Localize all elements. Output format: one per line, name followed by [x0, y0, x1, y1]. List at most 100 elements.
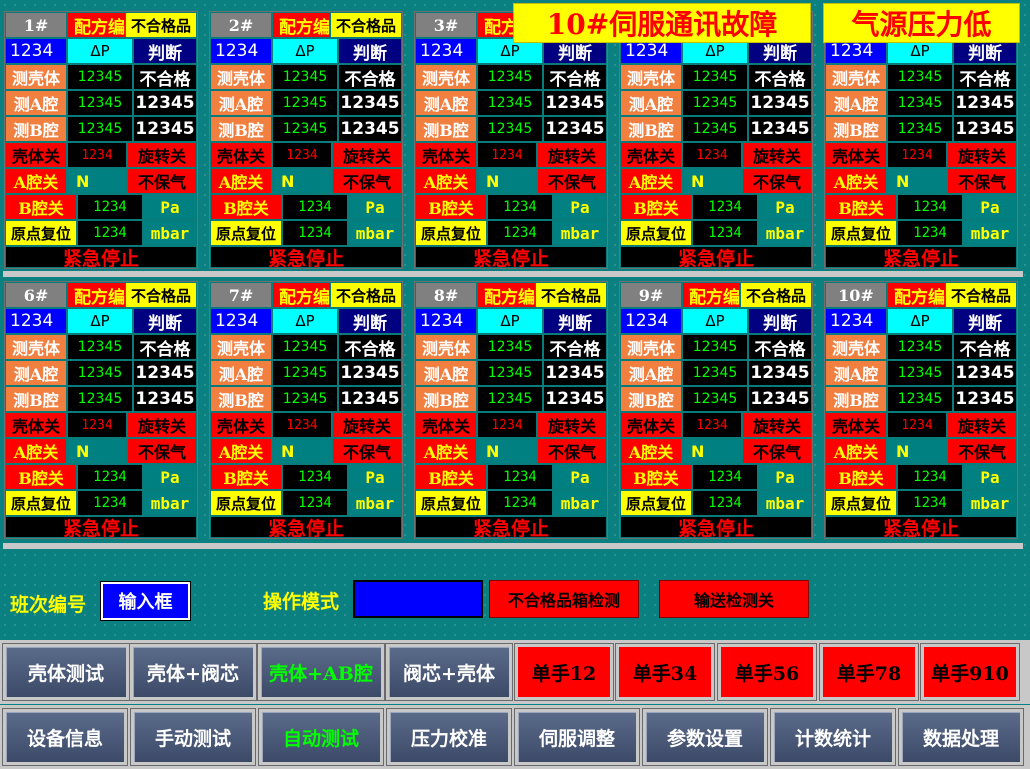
conveyor-check-button[interactable]: 输送检测关: [659, 580, 809, 618]
rotate-close-button[interactable]: 旋转关: [537, 142, 607, 168]
home-reset-button[interactable]: 原点复位: [825, 220, 897, 246]
emergency-stop-button[interactable]: 紧急停止: [620, 516, 812, 538]
rotate-close-button[interactable]: 旋转关: [127, 412, 197, 438]
nav-button[interactable]: 伺服调整: [514, 708, 640, 766]
single-hand-button[interactable]: 单手12: [514, 643, 614, 701]
nav-button[interactable]: 参数设置: [642, 708, 768, 766]
pressure-value-pa: 1234: [77, 194, 143, 220]
a-chamber-close-button[interactable]: A腔关: [620, 168, 682, 194]
a-chamber-close-button[interactable]: A腔关: [415, 168, 477, 194]
home-reset-button[interactable]: 原点复位: [620, 220, 692, 246]
shell-close-button[interactable]: 壳体关: [5, 142, 67, 168]
shell-close-button[interactable]: 壳体关: [415, 142, 477, 168]
b-chamber-close-button[interactable]: B腔关: [415, 194, 487, 220]
home-reset-button[interactable]: 原点复位: [210, 490, 282, 516]
test-mode-button[interactable]: 壳体+AB腔: [257, 643, 385, 701]
rotate-close-button[interactable]: 旋转关: [742, 412, 812, 438]
b-chamber-close-button[interactable]: B腔关: [5, 194, 77, 220]
recipe-value[interactable]: 1234: [210, 308, 272, 334]
nav-button[interactable]: 计数统计: [770, 708, 896, 766]
b-chamber-close-button[interactable]: B腔关: [825, 464, 897, 490]
measure-value: 12345: [477, 90, 543, 116]
measure-result: 12345: [338, 90, 402, 116]
emergency-stop-button[interactable]: 紧急停止: [825, 246, 1017, 268]
station-panel: 2# 配方编 不合格品 1234 ΔP 判断 测壳体 12345 不合格 测A腔 12345 1234…: [209, 11, 403, 269]
station-number: 9#: [620, 282, 682, 308]
home-reset-button[interactable]: 原点复位: [620, 490, 692, 516]
shell-close-button[interactable]: 壳体关: [825, 412, 887, 438]
shell-close-button[interactable]: 壳体关: [415, 412, 477, 438]
recipe-value[interactable]: 1234: [415, 38, 477, 64]
recipe-value[interactable]: 1234: [825, 308, 887, 334]
shell-close-button[interactable]: 壳体关: [620, 412, 682, 438]
nav-button[interactable]: 设备信息: [2, 708, 128, 766]
emergency-stop-button[interactable]: 紧急停止: [5, 516, 197, 538]
emergency-stop-button[interactable]: 紧急停止: [415, 246, 607, 268]
b-chamber-close-button[interactable]: B腔关: [5, 464, 77, 490]
a-chamber-close-button[interactable]: A腔关: [620, 438, 682, 464]
shell-close-button[interactable]: 壳体关: [825, 142, 887, 168]
measure-label: 测B腔: [825, 386, 887, 412]
nav-button[interactable]: 自动测试: [258, 708, 384, 766]
a-chamber-close-button[interactable]: A腔关: [825, 438, 887, 464]
a-chamber-value: N: [887, 168, 947, 194]
b-chamber-close-button[interactable]: B腔关: [620, 464, 692, 490]
b-chamber-close-button[interactable]: B腔关: [210, 194, 282, 220]
recipe-value[interactable]: 1234: [5, 308, 67, 334]
b-chamber-close-button[interactable]: B腔关: [620, 194, 692, 220]
shell-close-button[interactable]: 壳体关: [620, 142, 682, 168]
measure-value: 12345: [67, 386, 133, 412]
home-reset-button[interactable]: 原点复位: [825, 490, 897, 516]
single-hand-button[interactable]: 单手910: [920, 643, 1020, 701]
reject-box-check-button[interactable]: 不合格品箱检测: [489, 580, 639, 618]
b-chamber-close-button[interactable]: B腔关: [825, 194, 897, 220]
a-chamber-close-button[interactable]: A腔关: [210, 438, 272, 464]
shell-close-button[interactable]: 壳体关: [5, 412, 67, 438]
home-reset-button[interactable]: 原点复位: [5, 220, 77, 246]
test-mode-button[interactable]: 阀芯+壳体: [385, 643, 513, 701]
rotate-close-button[interactable]: 旋转关: [537, 412, 607, 438]
a-chamber-close-button[interactable]: A腔关: [5, 168, 67, 194]
a-chamber-close-button[interactable]: A腔关: [5, 438, 67, 464]
measure-result: 12345: [748, 360, 812, 386]
shift-number-input[interactable]: 输入框: [100, 581, 191, 621]
measure-value: 12345: [477, 386, 543, 412]
operation-mode-field[interactable]: [353, 580, 483, 618]
rotate-close-button[interactable]: 旋转关: [947, 412, 1017, 438]
recipe-value[interactable]: 1234: [620, 308, 682, 334]
rotate-close-button[interactable]: 旋转关: [332, 142, 402, 168]
test-mode-button[interactable]: 壳体测试: [2, 643, 130, 701]
emergency-stop-button[interactable]: 紧急停止: [210, 246, 402, 268]
emergency-stop-button[interactable]: 紧急停止: [620, 246, 812, 268]
recipe-value[interactable]: 1234: [210, 38, 272, 64]
a-chamber-close-button[interactable]: A腔关: [210, 168, 272, 194]
single-hand-button[interactable]: 单手78: [819, 643, 919, 701]
a-chamber-close-button[interactable]: A腔关: [415, 438, 477, 464]
emergency-stop-button[interactable]: 紧急停止: [825, 516, 1017, 538]
home-reset-button[interactable]: 原点复位: [210, 220, 282, 246]
recipe-value[interactable]: 1234: [415, 308, 477, 334]
single-hand-button[interactable]: 单手56: [717, 643, 817, 701]
test-mode-button[interactable]: 壳体+阀芯: [129, 643, 257, 701]
b-chamber-close-button[interactable]: B腔关: [415, 464, 487, 490]
emergency-stop-button[interactable]: 紧急停止: [5, 246, 197, 268]
nav-button[interactable]: 手动测试: [130, 708, 256, 766]
rotate-close-button[interactable]: 旋转关: [947, 142, 1017, 168]
a-chamber-close-button[interactable]: A腔关: [825, 168, 887, 194]
shell-close-button[interactable]: 壳体关: [210, 412, 272, 438]
nav-button[interactable]: 压力校准: [386, 708, 512, 766]
b-chamber-close-button[interactable]: B腔关: [210, 464, 282, 490]
emergency-stop-button[interactable]: 紧急停止: [415, 516, 607, 538]
recipe-value[interactable]: 1234: [5, 38, 67, 64]
nav-button[interactable]: 数据处理: [898, 708, 1024, 766]
home-reset-button[interactable]: 原点复位: [415, 220, 487, 246]
measure-value: 12345: [682, 386, 748, 412]
shell-close-button[interactable]: 壳体关: [210, 142, 272, 168]
emergency-stop-button[interactable]: 紧急停止: [210, 516, 402, 538]
home-reset-button[interactable]: 原点复位: [5, 490, 77, 516]
home-reset-button[interactable]: 原点复位: [415, 490, 487, 516]
single-hand-button[interactable]: 单手34: [615, 643, 715, 701]
rotate-close-button[interactable]: 旋转关: [332, 412, 402, 438]
rotate-close-button[interactable]: 旋转关: [742, 142, 812, 168]
rotate-close-button[interactable]: 旋转关: [127, 142, 197, 168]
